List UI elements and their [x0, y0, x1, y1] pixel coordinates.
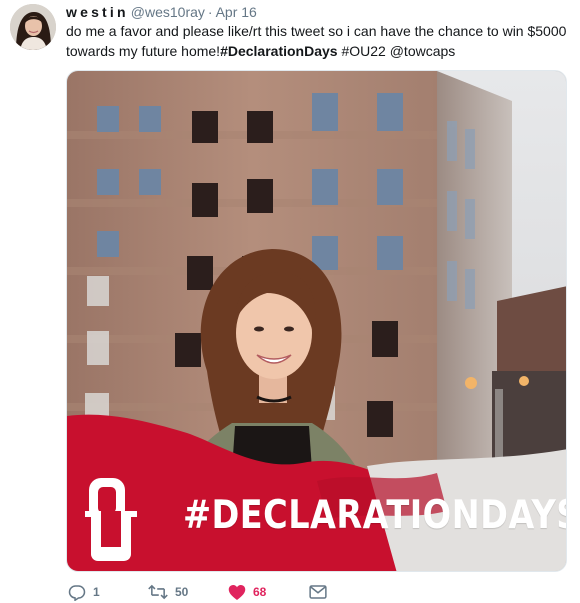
tweet-text-tags[interactable]: #OU22 @towcaps — [338, 43, 455, 59]
like-button[interactable]: 68 — [228, 582, 266, 602]
envelope-icon — [309, 585, 327, 599]
tweet-header: westin @wes10ray · Apr 16 — [66, 3, 257, 21]
tweet: westin @wes10ray · Apr 16 do me a favor and… — [0, 0, 580, 603]
direct-message-button[interactable] — [309, 582, 327, 602]
timestamp[interactable]: Apr 16 — [216, 4, 257, 20]
hashtag-link[interactable]: #DeclarationDays — [220, 43, 338, 59]
heart-icon — [228, 584, 246, 600]
retweet-button[interactable]: 50 — [148, 582, 188, 602]
tweet-text: do me a favor and please like/rt this tw… — [66, 21, 574, 61]
retweet-icon — [148, 584, 168, 600]
reply-button[interactable]: 1 — [68, 582, 100, 602]
separator-dot: · — [207, 4, 213, 20]
reply-icon — [68, 585, 86, 601]
user-handle[interactable]: @wes10ray — [131, 4, 205, 20]
like-count: 68 — [253, 585, 267, 599]
tweet-actions: 1 50 68 — [66, 582, 466, 602]
display-name[interactable]: westin — [66, 4, 129, 20]
declaration-days-banner: #DECLARATIONDAYS — [183, 493, 567, 538]
tweet-media[interactable]: #DECLARATIONDAYS — [66, 70, 567, 572]
retweet-count: 50 — [175, 585, 189, 599]
avatar-photo — [10, 4, 56, 50]
reply-count: 1 — [93, 585, 100, 599]
avatar[interactable] — [10, 4, 56, 50]
